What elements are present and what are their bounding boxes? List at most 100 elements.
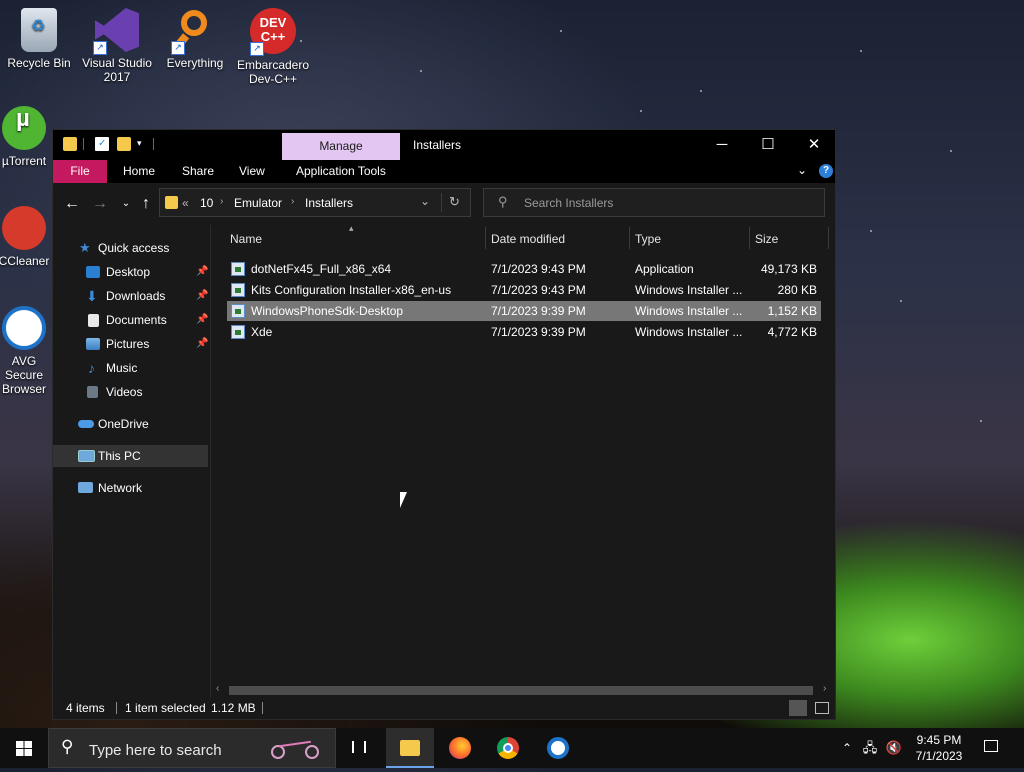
taskbar-file-explorer[interactable]	[386, 728, 434, 768]
address-divider	[441, 193, 442, 212]
file-date: 7/1/2023 9:43 PM	[491, 262, 586, 276]
network-icon	[78, 482, 93, 493]
file-date: 7/1/2023 9:43 PM	[491, 283, 586, 297]
desktop-icon-dev-cpp[interactable]: DEV C++ ↗ Embarcadero Dev-C++	[234, 8, 312, 86]
column-separator[interactable]	[828, 227, 829, 249]
column-separator[interactable]	[749, 227, 750, 249]
title-bar: ✓ ▾ Manage Installers ─ ☐ ✕	[53, 130, 835, 160]
show-hidden-icons-button[interactable]: ⌃	[838, 728, 856, 768]
address-dropdown-icon[interactable]: ⌄	[420, 194, 430, 208]
nav-onedrive[interactable]: OneDrive	[53, 413, 208, 435]
scroll-left-icon[interactable]: ‹	[216, 683, 219, 694]
volume-muted-icon[interactable]: 🔇	[884, 728, 904, 768]
column-separator[interactable]	[629, 227, 630, 249]
file-list: ▴ Name Date modified Type Size dotNetFx4…	[211, 223, 831, 682]
nav-network[interactable]: Network	[53, 477, 208, 499]
taskbar-firefox[interactable]	[436, 728, 484, 768]
taskbar-avg-browser[interactable]	[534, 728, 582, 768]
start-button[interactable]	[0, 728, 48, 768]
table-row[interactable]: Kits Configuration Installer-x86_en-us 7…	[227, 280, 821, 300]
maximize-button[interactable]: ☐	[745, 130, 791, 160]
tab-application-tools[interactable]: Application Tools	[296, 164, 386, 178]
desktop-icon-label: Embarcadero Dev-C++	[236, 58, 310, 86]
status-bar: 4 items 1 item selected 1.12 MB	[53, 697, 835, 719]
pin-icon[interactable]: 📌	[196, 309, 208, 331]
scrollbar-thumb[interactable]	[229, 686, 813, 695]
shortcut-arrow-icon: ↗	[171, 41, 185, 55]
new-folder-icon[interactable]	[117, 137, 131, 151]
table-row[interactable]: Xde 7/1/2023 9:39 PM Windows Installer .…	[227, 322, 821, 342]
pin-icon[interactable]: 📌	[196, 333, 208, 355]
desktop-icon-visual-studio[interactable]: ↗ Visual Studio 2017	[78, 8, 156, 84]
desktop-icon-ccleaner[interactable]: CCleaner	[0, 206, 52, 268]
folder-icon	[165, 196, 178, 209]
utorrent-icon: µ	[2, 106, 46, 150]
desktop-icon-label: AVG Secure Browser	[1, 354, 46, 396]
table-row[interactable]: dotNetFx45_Full_x86_x64 7/1/2023 9:43 PM…	[227, 259, 821, 279]
minimize-button[interactable]: ─	[699, 130, 745, 160]
up-button[interactable]: ↑	[137, 195, 155, 213]
address-row: ← → ⌄ ↑ « 10 › Emulator › Installers ⌄ ↻…	[53, 183, 835, 225]
properties-icon[interactable]: ✓	[95, 137, 109, 151]
back-button[interactable]: ←	[63, 195, 81, 213]
large-icons-view-button[interactable]	[815, 702, 829, 714]
search-box[interactable]: ⚲	[483, 188, 825, 217]
taskbar-search-input[interactable]	[87, 740, 251, 760]
refresh-icon[interactable]: ↻	[449, 194, 460, 210]
tab-file[interactable]: File	[53, 160, 107, 183]
taskbar-chrome[interactable]	[484, 728, 532, 768]
window-title: Installers	[413, 138, 462, 152]
close-button[interactable]: ✕	[791, 130, 837, 160]
nav-quick-access[interactable]: ★ Quick access	[53, 237, 208, 259]
nav-downloads[interactable]: ⬇ Downloads 📌	[53, 285, 208, 307]
tab-share[interactable]: Share	[182, 164, 214, 178]
nav-label: This PC	[98, 449, 141, 463]
taskbar-search-box[interactable]: ⚲	[48, 728, 336, 768]
forward-button[interactable]: →	[91, 195, 109, 213]
divider	[83, 138, 84, 150]
horizontal-scrollbar[interactable]: ‹ ›	[211, 683, 835, 697]
nav-videos[interactable]: Videos	[53, 381, 208, 403]
music-icon: ♪	[88, 360, 95, 376]
status-size: 1.12 MB	[211, 701, 256, 715]
pin-icon[interactable]: 📌	[196, 285, 208, 307]
tab-home[interactable]: Home	[123, 164, 155, 178]
nav-this-pc[interactable]: This PC	[53, 445, 208, 467]
desktop-icon-avg-browser[interactable]: AVG Secure Browser	[0, 306, 52, 396]
network-tray-icon[interactable]: 🖧	[860, 728, 880, 768]
details-view-button[interactable]	[789, 700, 807, 716]
table-row-selected[interactable]: WindowsPhoneSdk-Desktop 7/1/2023 9:39 PM…	[227, 301, 821, 321]
recent-locations-button[interactable]: ⌄	[117, 195, 135, 213]
column-header-name[interactable]: Name	[230, 225, 262, 253]
breadcrumb-10[interactable]: 10	[200, 196, 213, 210]
desktop-icon-recycle-bin[interactable]: ♻ Recycle Bin	[0, 8, 78, 70]
column-header-type[interactable]: Type	[635, 225, 661, 253]
search-input[interactable]	[522, 194, 816, 212]
breadcrumb-overflow[interactable]: «	[182, 196, 189, 210]
task-view-button[interactable]	[336, 728, 384, 768]
clock[interactable]: 9:45 PM 7/1/2023	[908, 728, 970, 772]
column-header-date-modified[interactable]: Date modified	[491, 225, 565, 253]
pin-icon[interactable]: 📌	[196, 261, 208, 283]
column-header-size[interactable]: Size	[755, 225, 778, 253]
address-bar[interactable]: « 10 › Emulator › Installers ⌄ ↻	[159, 188, 471, 217]
nav-documents[interactable]: Documents 📌	[53, 309, 208, 331]
expand-ribbon-icon[interactable]: ⌄	[797, 163, 807, 177]
customize-quick-access-icon[interactable]: ▾	[137, 138, 142, 149]
scroll-right-icon[interactable]: ›	[823, 683, 826, 694]
installer-file-icon	[231, 304, 245, 318]
desktop-icon-everything[interactable]: ↗ Everything	[156, 8, 234, 70]
tab-manage[interactable]: Manage	[282, 133, 400, 160]
column-separator[interactable]	[485, 227, 486, 249]
nav-label: Videos	[106, 385, 143, 399]
nav-music[interactable]: ♪ Music	[53, 357, 208, 379]
pictures-icon	[86, 338, 100, 350]
help-icon[interactable]: ?	[819, 164, 833, 178]
breadcrumb-installers[interactable]: Installers	[305, 196, 353, 210]
tab-view[interactable]: View	[239, 164, 265, 178]
desktop-icon-utorrent[interactable]: µ µTorrent	[0, 106, 52, 168]
nav-desktop[interactable]: Desktop 📌	[53, 261, 208, 283]
action-center-button[interactable]	[976, 728, 1006, 768]
nav-pictures[interactable]: Pictures 📌	[53, 333, 208, 355]
breadcrumb-emulator[interactable]: Emulator	[234, 196, 282, 210]
